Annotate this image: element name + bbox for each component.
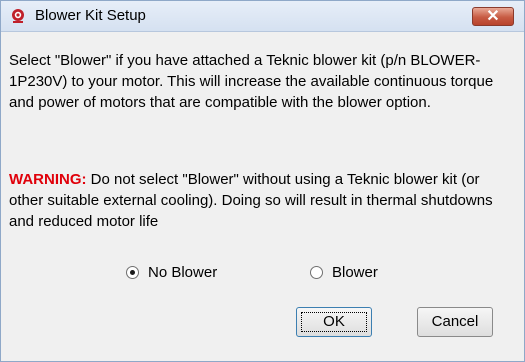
close-button[interactable]: ✕ <box>472 7 514 26</box>
blower-label: Blower <box>332 263 378 281</box>
app-icon <box>10 8 26 24</box>
blower-radio[interactable]: Blower <box>310 263 378 281</box>
close-icon: ✕ <box>486 8 500 25</box>
ok-button[interactable]: OK <box>296 307 372 337</box>
window-title: Blower Kit Setup <box>35 7 146 24</box>
warning-label: WARNING: <box>9 171 87 188</box>
description-text: Select "Blower" if you have attached a T… <box>9 52 494 111</box>
title-bar: Blower Kit Setup ✕ <box>1 1 524 32</box>
radio-selected-icon <box>126 265 139 279</box>
no-blower-radio[interactable]: No Blower <box>126 263 217 281</box>
dialog-content: Select "Blower" if you have attached a T… <box>9 39 514 355</box>
dialog-window: Blower Kit Setup ✕ Select "Blower" if yo… <box>0 0 525 362</box>
cancel-button[interactable]: Cancel <box>417 307 493 337</box>
no-blower-label: No Blower <box>148 263 218 281</box>
warning-text: WARNING: Do not select "Blower" without … <box>9 169 509 257</box>
radio-unselected-icon <box>310 265 323 279</box>
